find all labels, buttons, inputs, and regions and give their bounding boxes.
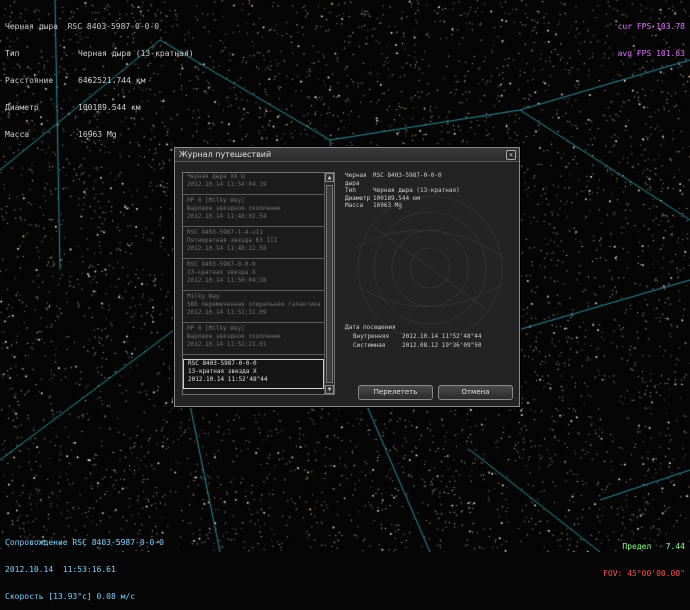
visit-dates-title: Дата посещения (345, 324, 396, 331)
simulation-datetime: 2012.10.14 11:53:16.61 (5, 565, 116, 574)
cancel-button[interactable]: Отмена (438, 385, 513, 400)
current-fps: cur FPS 103.78 (617, 22, 685, 31)
visit-row-internal: Внутренняя 2012.10.14 11°52'48"44 (353, 333, 482, 340)
info-row-distance: Расстояние 6462521.744 км (5, 76, 146, 85)
navigation-status: Сопровождение RSC 8403-5987-0-0-0 2012.1… (5, 520, 164, 610)
close-icon[interactable]: × (506, 150, 516, 160)
info-row-diameter: Диаметр 100189.544 км (5, 103, 141, 112)
dialog-titlebar[interactable]: Журнал путешествий × (175, 148, 519, 162)
list-item[interactable]: HP 6 [Milky Way] Шаровое звездное скопле… (183, 325, 324, 355)
magnitude-limit: Предел 7.44 (622, 542, 685, 551)
list-item[interactable]: RSC 8403-5987-0-0-0 13-кратная звезда X … (183, 261, 324, 291)
travel-speed: Скорость [13.93°c] 0.08 м/с (5, 592, 136, 601)
view-status: Предел 7.44 FOV: 45°00'00.00" (603, 524, 685, 587)
list-item[interactable]: Milky Way SBb перемеченная спиральная га… (183, 293, 324, 323)
history-list[interactable]: Черная дыра ХХ Ц 2012.10.14 11:54:04.19 … (182, 172, 335, 395)
detail-row-diameter: Диаметр 100189.544 км (345, 194, 420, 202)
list-item[interactable]: RSC 8403-5987-1-4-u11 Пятикратная звезда… (183, 229, 324, 259)
list-item-selected[interactable]: RSC 8403-5987-0-0-0 13-кратная звезда X … (183, 359, 324, 389)
list-item[interactable]: HP 6 [Milky Way] Шаровое звездное скопле… (183, 197, 324, 227)
goto-button[interactable]: Перелететь (358, 385, 433, 400)
object-preview-graphic (354, 195, 506, 338)
selected-object-info: Черная дыра RSC 8403-5987-0-0-0 Тип Черн… (5, 4, 194, 148)
detail-row-mass: Масса 16963 Mg (345, 202, 402, 210)
dialog-title: Журнал путешествий (179, 150, 272, 159)
list-scrollbar[interactable]: ▲ ▼ (324, 173, 334, 394)
follow-target: Сопровождение RSC 8403-5987-0-0-0 (5, 538, 164, 547)
scrollbar-thumb[interactable] (326, 185, 333, 383)
scroll-down-icon[interactable]: ▼ (325, 385, 334, 394)
object-details: Черная дыра RSC 8403-5987-0-0-0 Тип Черн… (345, 172, 513, 210)
visit-dates: Дата посещения Внутренняя 2012.10.14 11°… (345, 323, 513, 350)
list-item[interactable]: Черная дыра ХХ Ц 2012.10.14 11:54:04.19 (183, 173, 324, 195)
fps-counter: cur FPS 103.78 avg FPS 101.63 (618, 4, 685, 67)
field-of-view: FOV: 45°00'00.00" (603, 569, 685, 578)
info-row-mass: Масса 16963 Mg (5, 130, 117, 139)
detail-row-type: Тип Черная дыра (13-кратная) (345, 187, 460, 195)
visit-row-system: Системная 2012.08.12 19°36'09"50 (353, 342, 482, 349)
detail-row-name: Черная дыра RSC 8403-5987-0-0-0 (345, 172, 442, 187)
average-fps: avg FPS 101.63 (617, 49, 685, 58)
travel-journal-dialog: Журнал путешествий × Черная дыра ХХ Ц 20… (174, 147, 520, 407)
scroll-up-icon[interactable]: ▲ (325, 173, 334, 182)
info-row-type: Тип Черная дыра (13-кратная) (5, 49, 194, 58)
object-name: Черная дыра RSC 8403-5987-0-0-0 (5, 22, 160, 31)
